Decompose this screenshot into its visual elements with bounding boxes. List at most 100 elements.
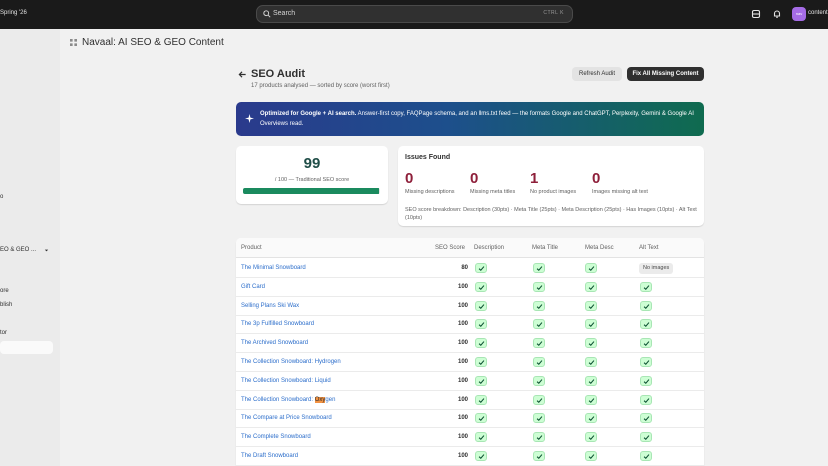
search-input[interactable]: Search CTRL K <box>256 5 573 23</box>
product-link[interactable]: The Complete Snowboard <box>241 434 311 440</box>
meta-title-check-icon <box>533 432 545 443</box>
issue-label: Images missing alt text <box>592 189 648 195</box>
top-bar: Spring '26 Search CTRL K nav content <box>0 0 828 29</box>
column-header-alt-text: Alt Text <box>639 245 659 251</box>
meta-desc-check-icon <box>585 300 597 311</box>
alt-text-check-icon <box>640 338 652 349</box>
description-check-icon <box>475 375 487 386</box>
sidebar-item-active[interactable] <box>0 341 53 354</box>
meta-title-check-icon <box>533 394 545 405</box>
seo-score-cell: 100 <box>457 359 468 365</box>
product-link[interactable]: The Collection Snowboard: Hydrogen <box>241 359 341 365</box>
table-row: The Collection Snowboard: Hydrogen 100 <box>236 353 704 372</box>
description-check-icon <box>475 338 487 349</box>
alt-text-check-icon <box>640 375 652 386</box>
description-check-icon <box>475 432 487 443</box>
alt-text-check-icon <box>640 319 652 330</box>
alt-text-check-icon <box>640 300 652 311</box>
product-link[interactable]: The Collection Snowboard: Oxygen <box>241 396 335 403</box>
seo-score-cell: 100 <box>457 453 468 459</box>
column-header-meta-title: Meta Title <box>532 245 559 251</box>
avatar[interactable]: nav <box>792 7 806 21</box>
product-link[interactable]: The Collection Snowboard: Liquid <box>241 378 331 384</box>
search-shortcut: CTRL K <box>543 10 564 16</box>
meta-title-check-icon <box>533 451 545 461</box>
description-check-icon <box>475 300 487 311</box>
issue-no-product-images: 1 No product images <box>530 170 576 195</box>
alt-text-check-icon <box>640 357 652 367</box>
issues-card: Issues Found 0 Missing descriptions 0 Mi… <box>398 146 704 226</box>
product-link[interactable]: Selling Plans Ski Wax <box>241 303 299 309</box>
search-icon <box>263 10 271 18</box>
table-row: Selling Plans Ski Wax 100 <box>236 297 704 316</box>
seo-score-cell: 100 <box>457 377 468 384</box>
sidebar-item-app[interactable]: EO & GEO ... <box>0 247 36 253</box>
table-row: Gift Card 100 <box>236 278 704 297</box>
meta-desc-check-icon <box>585 338 597 349</box>
issue-count: 0 <box>592 170 601 187</box>
alt-text-check-icon <box>640 394 652 405</box>
issues-title: Issues Found <box>405 154 451 161</box>
seo-score-cell: 100 <box>457 396 468 403</box>
meta-title-check-icon <box>533 263 545 273</box>
meta-title-check-icon <box>533 300 545 311</box>
page-subtitle: 17 products analysed — sorted by score (… <box>251 83 390 89</box>
sparkle-icon <box>245 114 254 123</box>
page-title: SEO Audit <box>251 68 305 80</box>
meta-desc-check-icon <box>585 375 597 386</box>
back-arrow-icon[interactable] <box>238 70 247 79</box>
table-row: The Minimal Snowboard 80 No images <box>236 259 704 278</box>
bell-icon[interactable] <box>772 9 782 19</box>
meta-desc-check-icon <box>585 263 597 273</box>
product-link[interactable]: The Compare at Price Snowboard <box>241 415 332 421</box>
edition-label: Spring '26 <box>0 10 27 16</box>
meta-title-check-icon <box>533 338 545 349</box>
store-name[interactable]: content <box>808 10 828 16</box>
product-link[interactable]: Gift Card <box>241 284 265 290</box>
product-link[interactable]: The Archived Snowboard <box>241 340 308 346</box>
table-row: The Collection Snowboard: Liquid 100 <box>236 372 704 391</box>
seo-score-cell: 100 <box>457 321 468 328</box>
store-icon[interactable] <box>751 9 761 19</box>
meta-desc-check-icon <box>585 394 597 405</box>
seo-score-label: / 100 — Traditional SEO score <box>274 177 350 183</box>
meta-desc-check-icon <box>585 451 597 461</box>
alt-text-check-icon <box>640 281 652 292</box>
sidebar-item-o[interactable]: o <box>0 194 3 200</box>
column-header-product: Product <box>241 245 262 251</box>
table-row: The Collection Snowboard: Oxygen 100 <box>236 391 704 410</box>
seo-score-fill <box>243 188 379 194</box>
seo-score-bar <box>243 188 380 194</box>
sidebar-item-editor[interactable]: tor <box>0 330 7 336</box>
no-images-badge: No images <box>639 263 674 274</box>
column-header-seo-score: SEO Score <box>435 245 466 251</box>
banner-bold: Optimized for Google + AI search. <box>260 111 357 117</box>
app-grid-icon <box>70 39 77 46</box>
description-check-icon <box>475 263 487 273</box>
product-link[interactable]: The 3p Fulfilled Snowboard <box>241 321 314 327</box>
fix-all-button[interactable]: Fix All Missing Content <box>627 67 704 81</box>
seo-score-cell: 100 <box>457 434 468 441</box>
chevron-down-icon <box>44 249 49 252</box>
search-highlight: Oxy <box>314 396 326 403</box>
issue-count: 0 <box>470 170 479 187</box>
sidebar: o EO & GEO ... ore blish tor <box>0 29 60 466</box>
meta-desc-check-icon <box>585 432 597 443</box>
sidebar-item-store[interactable]: ore <box>0 288 9 294</box>
meta-desc-check-icon <box>585 319 597 330</box>
sidebar-item-publish[interactable]: blish <box>0 302 12 308</box>
issue-count: 0 <box>405 170 414 187</box>
table-row: The Draft Snowboard 100 <box>236 447 704 466</box>
meta-title-check-icon <box>533 357 545 367</box>
description-check-icon <box>475 281 487 292</box>
description-check-icon <box>475 319 487 330</box>
product-link[interactable]: The Draft Snowboard <box>241 453 298 459</box>
seo-score-cell: 100 <box>457 302 468 309</box>
meta-title-check-icon <box>533 319 545 330</box>
refresh-audit-button[interactable]: Refresh Audit <box>572 67 622 81</box>
seo-score-cell: 100 <box>457 415 468 422</box>
description-check-icon <box>475 413 487 424</box>
banner-text: Optimized for Google + AI search. Answer… <box>260 110 700 129</box>
description-check-icon <box>475 357 487 367</box>
product-link[interactable]: The Minimal Snowboard <box>241 265 306 271</box>
